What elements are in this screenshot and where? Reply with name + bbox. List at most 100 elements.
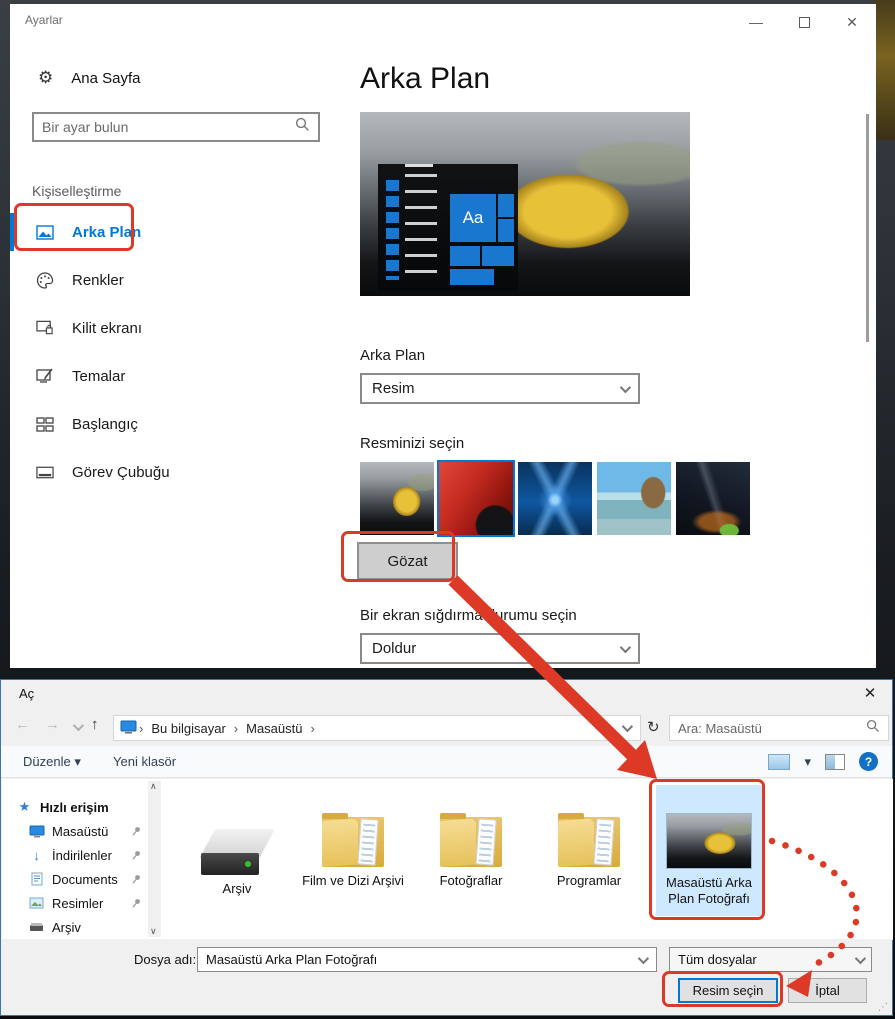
dialog-close-button[interactable]: ✕ [858, 684, 882, 704]
file-item-photos[interactable]: Fotoğraflar [416, 795, 526, 889]
close-button[interactable]: ✕ [836, 10, 868, 34]
scroll-down-icon[interactable]: ∨ [150, 926, 157, 937]
file-item-programs[interactable]: Programlar [534, 795, 644, 889]
dialog-search-box[interactable] [669, 715, 889, 741]
thumbnail-beach[interactable] [597, 462, 671, 535]
navigation-tree: ★ Hızlı erişim Masaüstü ↓ İndirilenler D… [2, 779, 147, 940]
computer-icon [120, 720, 137, 737]
thumbnail-windows-logo[interactable] [518, 462, 592, 535]
thumbnail-yellow-car[interactable] [360, 462, 434, 535]
tree-item-desktop[interactable]: Masaüstü [2, 819, 147, 843]
sidebar-item-label: Kilit ekranı [72, 320, 142, 337]
forward-button[interactable]: → [45, 716, 60, 733]
back-button[interactable]: ← [15, 716, 30, 733]
filename-input[interactable] [198, 952, 638, 967]
thumbnails-view-icon[interactable] [768, 754, 790, 770]
filetype-dropdown[interactable]: Tüm dosyalar [669, 947, 872, 972]
organize-menu[interactable]: Düzenle ▾ [23, 754, 81, 770]
star-icon: ★ [16, 799, 33, 815]
up-button[interactable]: ↑ [91, 716, 99, 733]
lock-screen-icon [36, 319, 54, 337]
picture-icon [28, 897, 45, 909]
pin-icon [132, 872, 141, 887]
breadcrumb-this-pc[interactable]: Bu bilgisayar [145, 721, 231, 736]
cancel-button[interactable]: İptal [788, 978, 867, 1003]
fit-dropdown[interactable]: Doldur [360, 633, 640, 664]
minimize-icon: — [749, 14, 763, 30]
pin-icon [132, 824, 141, 839]
new-folder-button[interactable]: Yeni klasör [113, 754, 176, 769]
breadcrumb-desktop[interactable]: Masaüstü [240, 721, 308, 736]
file-label: Arşiv [182, 881, 292, 897]
close-icon: ✕ [846, 14, 858, 31]
resize-grip[interactable]: ⋰ [878, 1002, 889, 1013]
refresh-button[interactable]: ↻ [647, 718, 660, 736]
tree-item-label: Resimler [52, 896, 103, 911]
settings-scrollbar[interactable] [866, 114, 869, 342]
organize-label: Düzenle [23, 754, 71, 769]
sidebar-item-taskbar[interactable]: Görev Çubuğu [10, 448, 340, 496]
annotation-box-selected-file [649, 779, 765, 920]
tree-item-label: İndirilenler [52, 848, 112, 863]
tree-item-quick-access[interactable]: ★ Hızlı erişim [2, 795, 147, 819]
tree-item-pictures[interactable]: Resimler [2, 891, 147, 915]
start-menu-tile [498, 219, 514, 242]
sidebar-item-themes[interactable]: Temalar [10, 352, 340, 400]
dialog-navigation-bar: ← → ↑ › Bu bilgisayar › Masaüstü › ↻ [1, 708, 892, 746]
dialog-search-input[interactable] [670, 721, 866, 736]
tree-item-archive[interactable]: Arşiv [2, 915, 147, 939]
window-title: Ayarlar [25, 13, 63, 27]
help-icon[interactable]: ? [859, 752, 878, 771]
home-label: Ana Sayfa [71, 70, 140, 87]
start-menu-preview: Aa [378, 164, 518, 291]
sidebar-item-colors[interactable]: Renkler [10, 256, 340, 304]
file-label: Programlar [534, 873, 644, 889]
file-label: Fotoğraflar [416, 873, 526, 889]
maximize-icon [799, 17, 810, 28]
pin-icon [132, 896, 141, 911]
folder-icon [440, 813, 502, 867]
settings-search-input[interactable] [34, 119, 295, 135]
address-dropdown-icon[interactable] [622, 721, 633, 732]
sidebar-item-start[interactable]: Başlangıç [10, 400, 340, 448]
scroll-up-icon[interactable]: ∧ [150, 781, 157, 792]
minimize-button[interactable]: — [740, 10, 772, 34]
background-preview-image: Aa [360, 112, 690, 296]
tree-scrollbar[interactable]: ∧ ∨ [148, 781, 161, 937]
fit-value: Doldur [372, 640, 416, 657]
start-menu-tile [498, 194, 514, 217]
annotation-box-background-item [14, 203, 134, 251]
tree-item-documents[interactable]: Documents [2, 867, 147, 891]
sidebar-item-label: Renkler [72, 272, 124, 289]
dialog-title: Aç [19, 686, 34, 701]
thumbnail-night-sky[interactable] [676, 462, 750, 535]
file-item-film-archive[interactable]: Film ve Dizi Arşivi [298, 795, 408, 889]
tree-item-downloads[interactable]: ↓ İndirilenler [2, 843, 147, 867]
sidebar-item-label: Başlangıç [72, 416, 138, 433]
drive-icon [201, 829, 273, 875]
filename-field[interactable] [197, 947, 657, 972]
drive-icon [28, 922, 45, 932]
background-type-dropdown[interactable]: Resim [360, 373, 640, 404]
fit-dropdown-label: Bir ekran sığdırma durumu seçin [360, 607, 577, 624]
settings-search-box[interactable] [32, 112, 320, 142]
background-type-value: Resim [372, 380, 415, 397]
filename-dropdown-icon[interactable] [638, 952, 649, 963]
monitor-icon [28, 825, 45, 838]
background-dropdown-label: Arka Plan [360, 347, 425, 364]
preview-pane-icon[interactable] [825, 754, 845, 770]
start-tiles-icon [36, 415, 54, 433]
search-icon [295, 117, 310, 137]
thumbnail-red-car-selected[interactable] [439, 462, 513, 535]
window-controls: — ✕ [740, 10, 868, 34]
maximize-button[interactable] [788, 10, 820, 34]
view-dropdown-icon[interactable]: ▾ [804, 754, 811, 770]
address-bar[interactable]: › Bu bilgisayar › Masaüstü › [113, 715, 641, 741]
file-item-archive-drive[interactable]: Arşiv [182, 803, 292, 897]
history-chevron-icon[interactable] [73, 720, 84, 731]
start-menu-aa-tile: Aa [450, 194, 496, 242]
start-menu-app-list [405, 174, 437, 280]
toolbar-view-controls: ▾ ? [768, 752, 878, 771]
sidebar-item-lockscreen[interactable]: Kilit ekranı [10, 304, 340, 352]
sidebar-item-home[interactable]: ⚙ Ana Sayfa [38, 68, 140, 88]
